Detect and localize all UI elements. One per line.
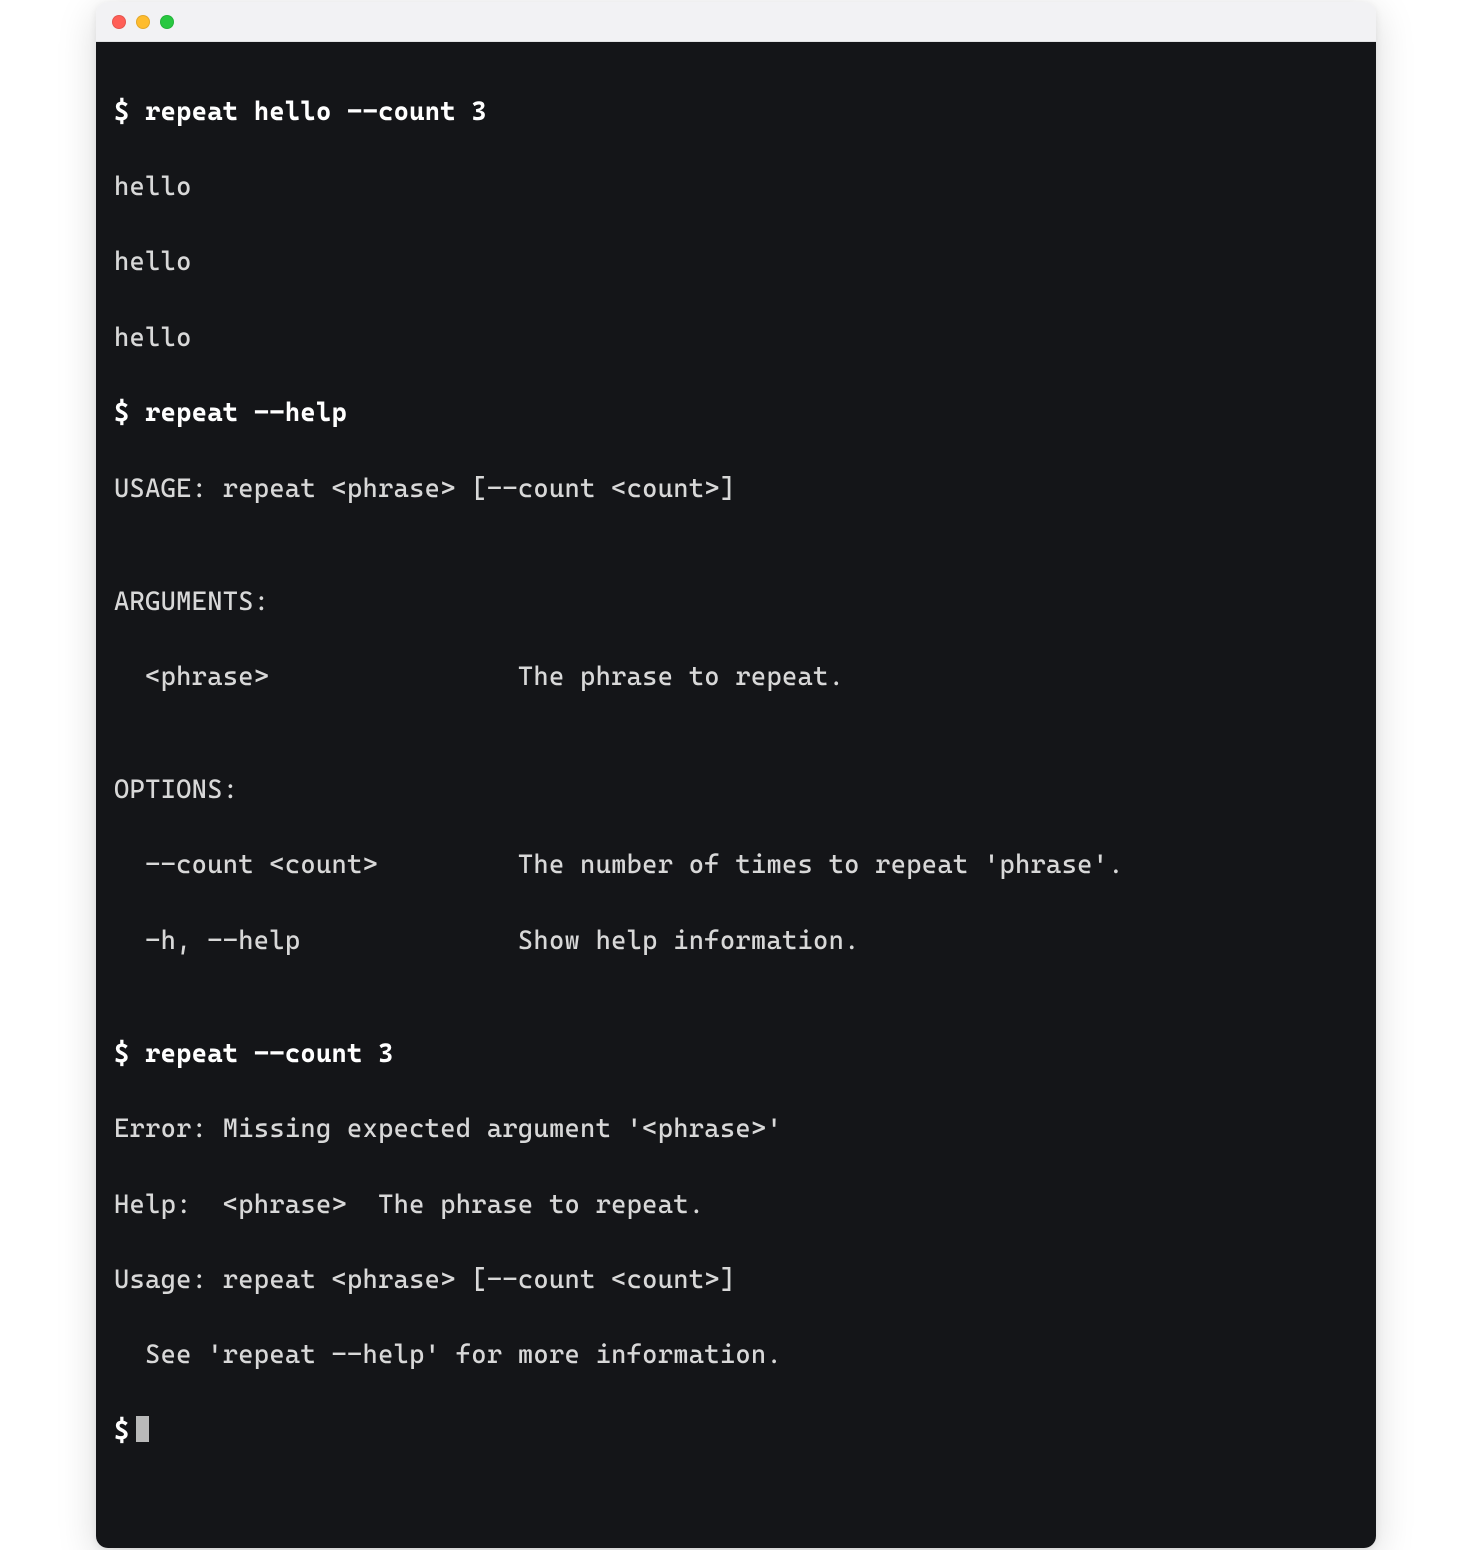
prompt-symbol: $ — [114, 1416, 130, 1446]
output-line: Usage: repeat <phrase> [--count <count>] — [114, 1262, 1358, 1300]
output-line: -h, --help Show help information. — [114, 923, 1358, 961]
command-line-3: $ repeat --count 3 — [114, 1036, 1358, 1074]
output-line: <phrase> The phrase to repeat. — [114, 659, 1358, 697]
prompt-line-empty: $ — [114, 1413, 1358, 1451]
output-line: ARGUMENTS: — [114, 584, 1358, 622]
output-line: See 'repeat --help' for more information… — [114, 1337, 1358, 1375]
terminal-window: $ repeat hello --count 3 hello hello hel… — [96, 2, 1376, 1548]
cursor-icon — [136, 1416, 149, 1442]
terminal-body[interactable]: $ repeat hello --count 3 hello hello hel… — [96, 42, 1376, 1548]
command-line-1: $ repeat hello --count 3 — [114, 94, 1358, 132]
output-line: OPTIONS: — [114, 772, 1358, 810]
output-line: Help: <phrase> The phrase to repeat. — [114, 1187, 1358, 1225]
prompt-symbol: $ — [114, 398, 130, 428]
prompt-symbol: $ — [114, 97, 130, 127]
command-line-2: $ repeat --help — [114, 395, 1358, 433]
output-line: USAGE: repeat <phrase> [--count <count>] — [114, 471, 1358, 509]
minimize-icon[interactable] — [136, 15, 150, 29]
output-line: hello — [114, 244, 1358, 282]
maximize-icon[interactable] — [160, 15, 174, 29]
output-line: --count <count> The number of times to r… — [114, 847, 1358, 885]
output-line: hello — [114, 320, 1358, 358]
command-text: repeat --help — [145, 398, 347, 428]
output-line: Error: Missing expected argument '<phras… — [114, 1111, 1358, 1149]
command-text: repeat hello --count 3 — [145, 97, 487, 127]
command-text: repeat --count 3 — [145, 1039, 394, 1069]
output-line: hello — [114, 169, 1358, 207]
close-icon[interactable] — [112, 15, 126, 29]
prompt-symbol: $ — [114, 1039, 130, 1069]
window-titlebar — [96, 2, 1376, 42]
